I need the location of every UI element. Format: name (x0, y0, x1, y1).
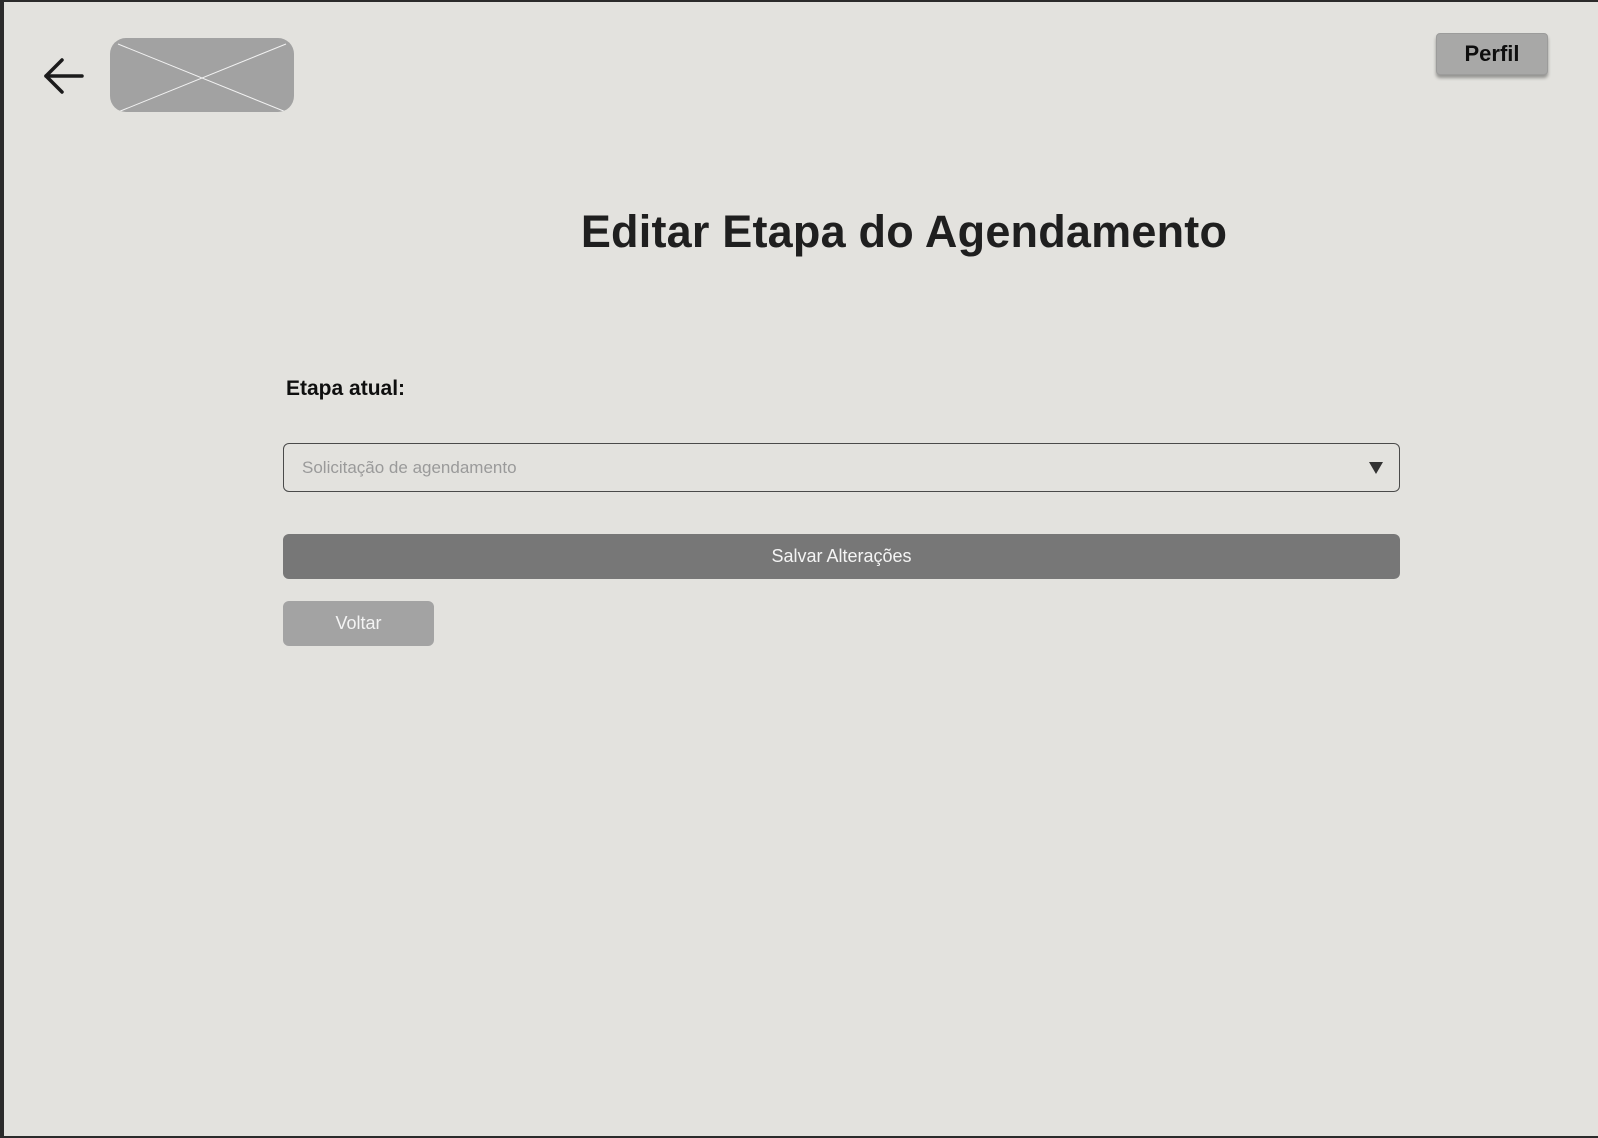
image-placeholder-icon (117, 43, 287, 112)
profile-button-label: Perfil (1464, 41, 1520, 66)
save-changes-label: Salvar Alterações (771, 546, 912, 566)
page-title: Editar Etapa do Agendamento (580, 206, 1228, 257)
logo-image-placeholder (110, 38, 294, 112)
back-button-label: Voltar (335, 613, 382, 633)
stage-select[interactable]: Solicitação de agendamento (283, 443, 1400, 492)
profile-button[interactable]: Perfil (1436, 33, 1548, 75)
stage-label: Etapa atual: (286, 377, 406, 400)
stage-select-placeholder: Solicitação de agendamento (302, 457, 517, 477)
arrow-left-icon[interactable] (42, 56, 86, 100)
save-changes-button[interactable]: Salvar Alterações (283, 534, 1400, 579)
caret-down-icon (1369, 461, 1383, 474)
back-button[interactable]: Voltar (283, 601, 434, 646)
app-frame: Perfil Editar Etapa do Agendamento Etapa… (4, 2, 1598, 1136)
